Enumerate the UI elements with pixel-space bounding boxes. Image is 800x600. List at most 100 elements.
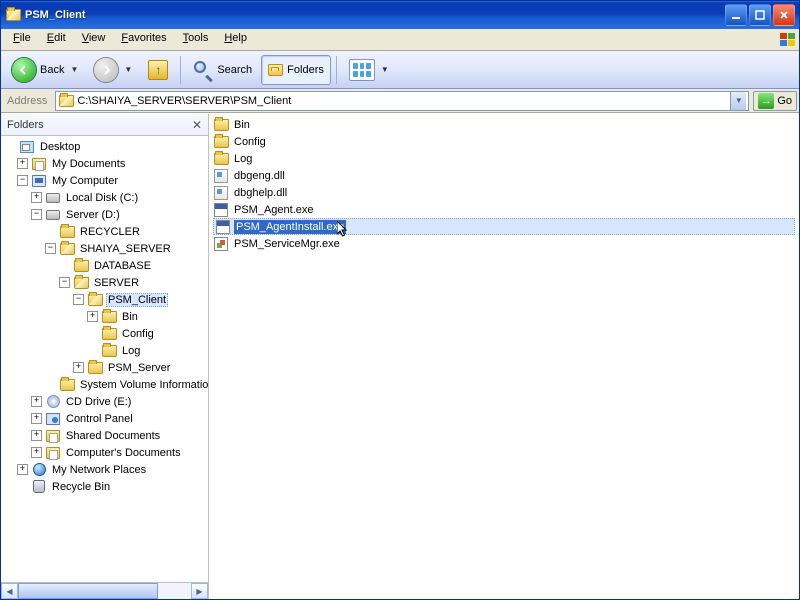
client-area: Folders ✕ Desktop +My Documents −My Comp… (1, 113, 799, 599)
file-name: Config (232, 135, 268, 149)
menu-file[interactable]: File (5, 29, 39, 50)
tree-node-database[interactable]: DATABASE (3, 257, 208, 274)
address-input[interactable] (77, 95, 730, 107)
explorer-window: PSM_Client File Edit View Favorites Tool… (0, 0, 800, 600)
folders-icon (268, 64, 283, 76)
menu-view[interactable]: View (74, 29, 114, 50)
scroll-left-button[interactable]: ◀ (1, 583, 18, 599)
file-name: dbghelp.dll (232, 186, 289, 200)
file-item[interactable]: PSM_AgentInstall.exe (213, 218, 795, 235)
folders-pane-close[interactable]: ✕ (192, 118, 202, 132)
folders-pane: Folders ✕ Desktop +My Documents −My Comp… (1, 114, 209, 599)
tree-node-shaiya[interactable]: −SHAIYA_SERVER (3, 240, 208, 257)
up-icon (148, 60, 168, 80)
tree-node-netplaces[interactable]: +My Network Places (3, 461, 208, 478)
tree-node-recyclebin[interactable]: Recycle Bin (3, 478, 208, 495)
dll-icon (213, 185, 229, 201)
file-item[interactable]: PSM_ServiceMgr.exe (213, 235, 795, 252)
file-name: Log (232, 152, 254, 166)
close-button[interactable] (773, 4, 795, 26)
menu-bar: File Edit View Favorites Tools Help (1, 29, 799, 51)
exe-icon (213, 236, 229, 252)
toolbar-separator (336, 56, 337, 84)
scroll-thumb[interactable] (18, 583, 158, 599)
title-bar[interactable]: PSM_Client (1, 1, 799, 29)
file-name: Bin (232, 118, 252, 132)
tree-node-compdocs[interactable]: +Computer's Documents (3, 444, 208, 461)
search-icon (193, 60, 213, 80)
tree-node-mydocs[interactable]: +My Documents (3, 155, 208, 172)
file-item[interactable]: PSM_Agent.exe (213, 201, 795, 218)
tree-node-mycomp[interactable]: −My Computer (3, 172, 208, 189)
tree-hscroll[interactable]: ◀ ▶ (1, 582, 208, 599)
folder-icon (213, 151, 229, 167)
scroll-right-button[interactable]: ▶ (191, 583, 208, 599)
folders-label: Folders (287, 64, 324, 76)
tree-node-psmclient[interactable]: −PSM_Client (3, 291, 208, 308)
forward-dropdown[interactable]: ▼ (124, 65, 132, 74)
tree-node-serverd[interactable]: −Server (D:) (3, 206, 208, 223)
tree-node-server[interactable]: −SERVER (3, 274, 208, 291)
search-button[interactable]: Search (186, 55, 259, 85)
forward-icon (94, 58, 118, 82)
tree-node-cddrive[interactable]: +CD Drive (E:) (3, 393, 208, 410)
tree-node-recycler[interactable]: RECYCLER (3, 223, 208, 240)
file-item[interactable]: Log (213, 150, 795, 167)
toolbar-separator (180, 56, 181, 84)
menu-edit[interactable]: Edit (39, 29, 74, 50)
up-button[interactable] (141, 55, 175, 85)
go-icon: → (758, 93, 774, 109)
folder-tree[interactable]: Desktop +My Documents −My Computer +Loca… (1, 136, 208, 582)
menu-tools[interactable]: Tools (175, 29, 217, 50)
file-name: PSM_Agent.exe (232, 203, 316, 217)
tree-node-shareddocs[interactable]: +Shared Documents (3, 427, 208, 444)
tree-node-bin[interactable]: +Bin (3, 308, 208, 325)
back-button[interactable]: Back ▼ (5, 55, 85, 85)
menu-help[interactable]: Help (216, 29, 255, 50)
folder-icon (213, 134, 229, 150)
address-dropdown[interactable]: ▼ (730, 92, 746, 110)
folder-icon (5, 7, 21, 23)
back-icon (12, 58, 36, 82)
folder-icon (58, 94, 74, 108)
views-icon (349, 59, 375, 81)
go-label: Go (777, 95, 792, 107)
folders-button[interactable]: Folders (261, 55, 331, 85)
back-dropdown[interactable]: ▼ (70, 65, 78, 74)
back-label: Back (40, 64, 64, 76)
tree-node-log[interactable]: Log (3, 342, 208, 359)
exe-icon (215, 219, 231, 235)
maximize-button[interactable] (749, 4, 771, 26)
window-title: PSM_Client (25, 9, 725, 21)
file-item[interactable]: Config (213, 133, 795, 150)
tree-node-config[interactable]: Config (3, 325, 208, 342)
tree-node-sysvol[interactable]: System Volume Information (3, 376, 208, 393)
tree-node-desktop[interactable]: Desktop (3, 138, 208, 155)
views-dropdown[interactable]: ▼ (381, 65, 389, 74)
exe-icon (213, 202, 229, 218)
file-name: PSM_AgentInstall.exe (234, 220, 346, 234)
tree-node-ctrlpanel[interactable]: +Control Panel (3, 410, 208, 427)
folders-pane-title: Folders (7, 119, 44, 131)
scroll-track[interactable] (18, 583, 191, 599)
dll-icon (213, 168, 229, 184)
forward-button[interactable]: ▼ (87, 55, 139, 85)
tree-node-localc[interactable]: +Local Disk (C:) (3, 189, 208, 206)
file-list[interactable]: Bin Config Log dbgeng.dll dbghelp.dll PSM_Age… (209, 114, 799, 599)
go-button[interactable]: → Go (753, 91, 797, 111)
file-item[interactable]: Bin (213, 116, 795, 133)
file-item[interactable]: dbgeng.dll (213, 167, 795, 184)
file-item[interactable]: dbghelp.dll (213, 184, 795, 201)
address-field[interactable]: ▼ (55, 91, 749, 111)
views-button[interactable]: ▼ (342, 55, 396, 85)
windows-flag-icon (779, 31, 797, 49)
menu-favorites[interactable]: Favorites (113, 29, 174, 50)
address-bar: Address ▼ → Go (1, 89, 799, 113)
address-label: Address (3, 95, 51, 107)
tree-node-psmserver[interactable]: +PSM_Server (3, 359, 208, 376)
minimize-button[interactable] (725, 4, 747, 26)
folders-pane-header: Folders ✕ (1, 114, 208, 136)
folder-icon (213, 117, 229, 133)
file-name: PSM_ServiceMgr.exe (232, 237, 342, 251)
file-name: dbgeng.dll (232, 169, 287, 183)
